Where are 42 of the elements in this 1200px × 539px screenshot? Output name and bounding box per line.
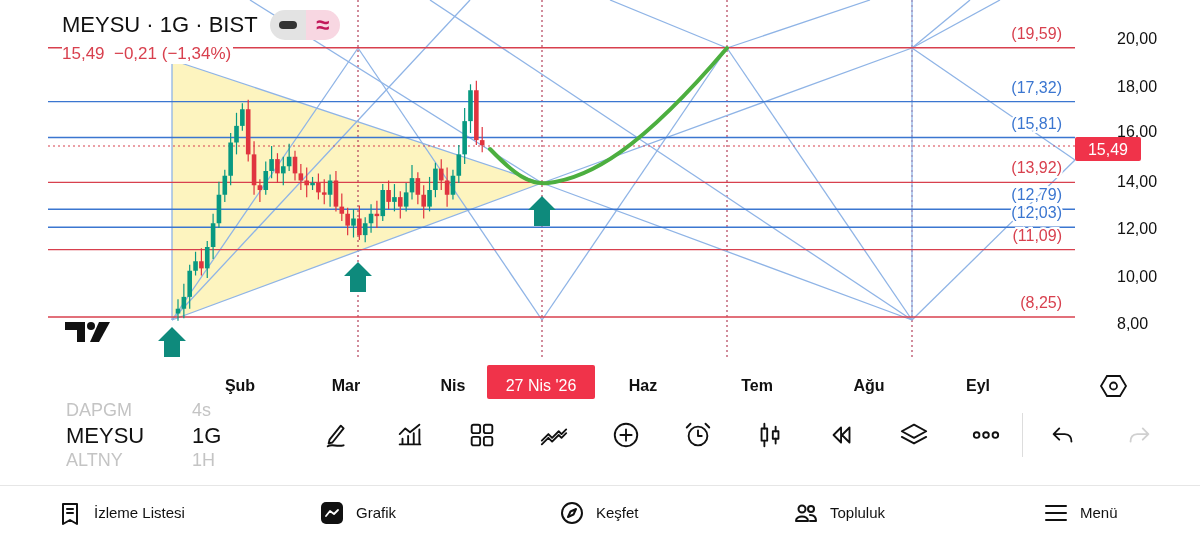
price-axis-label: 16,00 — [1117, 123, 1158, 140]
level-label: (13,92) — [1011, 159, 1062, 177]
up-arrow-icon — [158, 327, 186, 357]
date-label: Tem — [741, 377, 773, 394]
date-label: Mar — [331, 377, 361, 394]
logo-icon — [65, 322, 110, 342]
minus-icon[interactable] — [278, 21, 297, 29]
settings-icon[interactable] — [1099, 375, 1128, 397]
level-label: (11,09) — [1012, 226, 1062, 244]
mode-toggle[interactable]: ≈ — [305, 10, 340, 40]
symbol-interval: 4s — [192, 398, 211, 422]
price-axis-label: 14,00 — [1117, 172, 1158, 190]
up-arrow-icon — [344, 262, 372, 292]
date-label: Eyl — [966, 377, 990, 394]
nav-tab[interactable]: Keşfet — [596, 504, 639, 521]
price-tag — [1075, 137, 1141, 161]
level-label: (17,32) — [1011, 78, 1062, 96]
level-label: (12,79) — [1011, 186, 1062, 204]
nav-tab[interactable]: Grafik — [356, 504, 396, 521]
price-axis-label: 12,00 — [1117, 220, 1158, 237]
symbol-name[interactable]: MEYSU — [66, 422, 192, 448]
price-axis-label: 8,00 — [1117, 315, 1149, 332]
price-axis-label: 20,00 — [1117, 30, 1158, 47]
nav-tab[interactable]: Menü — [1080, 504, 1118, 521]
date-label: Haz — [628, 377, 658, 394]
date-label: 27 Nis '26 — [505, 377, 577, 394]
date-label: Şub — [224, 377, 256, 394]
date-label: Ağu — [853, 377, 885, 394]
symbol-interval: 1H — [192, 448, 215, 472]
level-label: (19,59) — [1011, 24, 1062, 42]
price-tag-label: 15,49 — [1088, 141, 1128, 158]
up-arrow-icon — [528, 196, 556, 226]
symbol-interval: 1G — [192, 422, 222, 448]
nav-tab[interactable]: Topluluk — [830, 504, 886, 521]
date-label: Nis — [440, 377, 466, 394]
level-label: (15,81) — [1011, 114, 1062, 132]
symbol-title: MEYSU · 1G · BIST — [62, 12, 258, 38]
level-label: (8,25) — [1020, 294, 1062, 311]
nav-tab[interactable]: İzleme Listesi — [94, 504, 185, 521]
price-axis-label: 18,00 — [1117, 77, 1158, 95]
price-axis-label: 10,00 — [1117, 267, 1158, 285]
price-change: 15,49 −0,21 (−1,34%) — [62, 44, 234, 64]
